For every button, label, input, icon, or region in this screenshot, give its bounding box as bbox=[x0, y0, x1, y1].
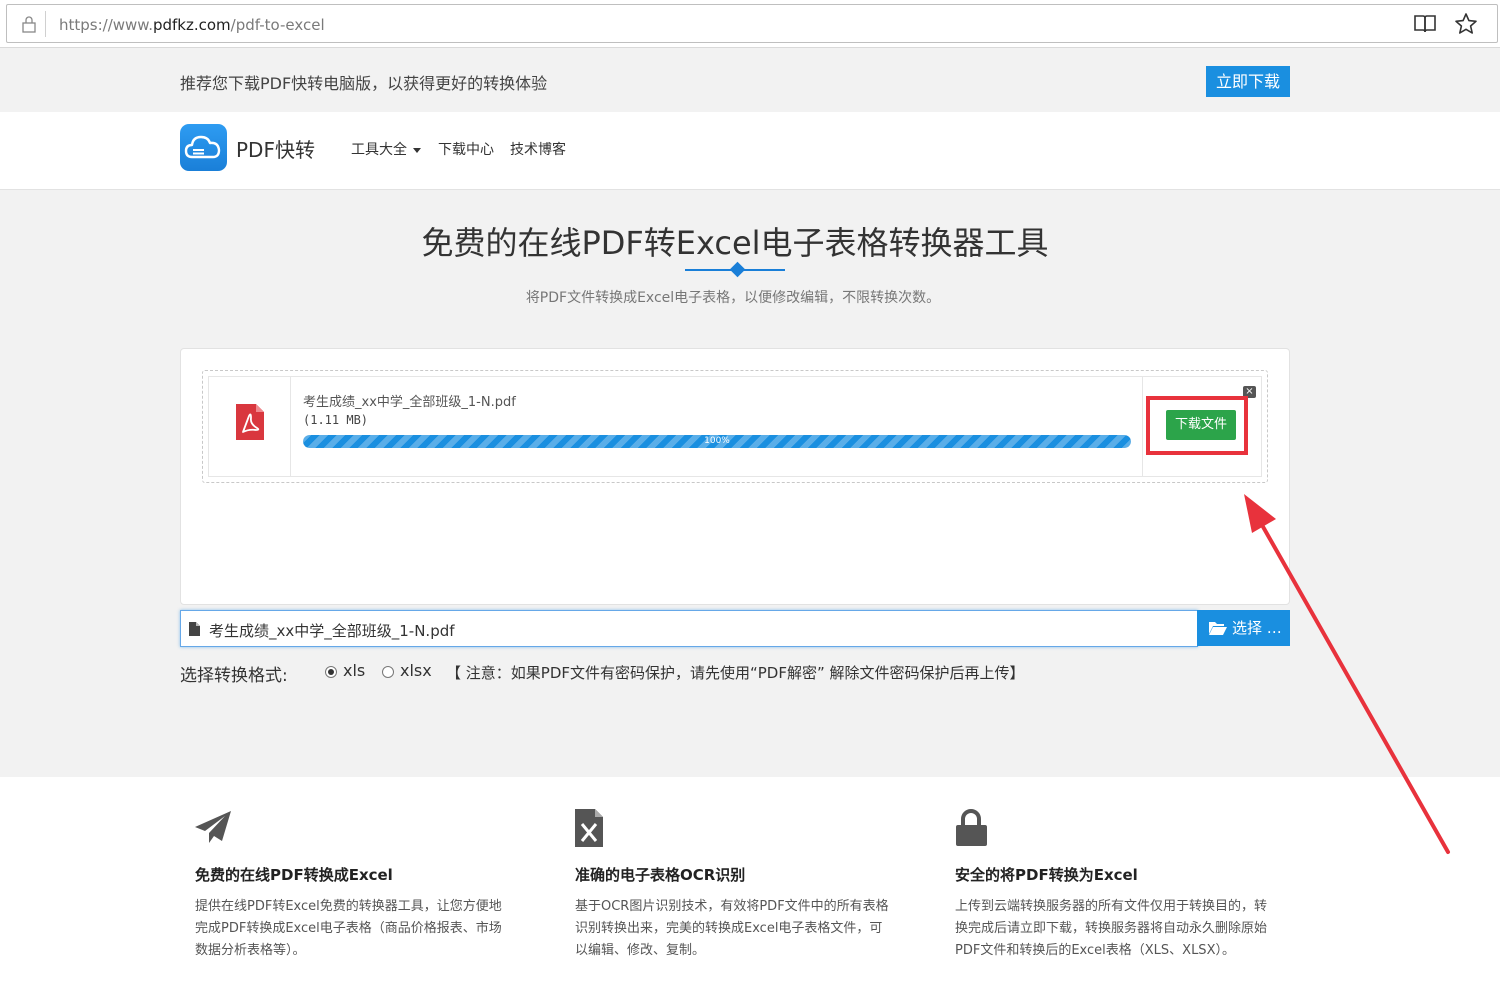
divider-diamond bbox=[729, 261, 746, 278]
radio-xls[interactable] bbox=[325, 666, 337, 678]
upload-panel[interactable]: 考生成绩_xx中学_全部班级_1-N.pdf (1.11 MB) 100% × … bbox=[180, 348, 1290, 605]
annotation-highlight-box bbox=[1146, 396, 1248, 455]
brand-name[interactable]: PDF快转 bbox=[236, 134, 315, 163]
url-box[interactable]: https://www.pdfkz.com/pdf-to-excel bbox=[6, 4, 1498, 43]
nav-tools-menu[interactable]: 工具大全 bbox=[351, 139, 421, 159]
cloud-logo-icon bbox=[184, 135, 221, 159]
file-preview-zone: 考生成绩_xx中学_全部班级_1-N.pdf (1.11 MB) 100% × … bbox=[202, 370, 1268, 483]
feature-text: 上传到云端转换服务器的所有文件仅用于转换目的，转换完成后请立即下载，转换服务器将… bbox=[955, 899, 1268, 958]
pdf-file-icon bbox=[236, 404, 264, 440]
page-title: 免费的在线PDF转Excel电子表格转换器工具 bbox=[421, 224, 1049, 262]
lock-icon bbox=[956, 809, 987, 846]
favorite-star-icon[interactable] bbox=[1454, 12, 1478, 36]
choose-file-label: 选择 … bbox=[1232, 619, 1282, 637]
nav-tech-blog[interactable]: 技术博客 bbox=[510, 139, 566, 159]
lock-icon bbox=[22, 16, 36, 33]
excel-file-icon bbox=[575, 809, 603, 847]
radio-xlsx-label[interactable]: xlsx bbox=[400, 661, 432, 680]
paper-plane-icon bbox=[195, 811, 231, 843]
feature-text: 提供在线PDF转Excel免费的转换器工具，让您方便地完成PDF转换成Excel… bbox=[195, 899, 502, 958]
format-label: 选择转换格式: bbox=[180, 666, 288, 686]
file-size: (1.11 MB) bbox=[303, 413, 369, 427]
feature-text: 基于OCR图片识别技术，有效将PDF文件中的所有表格识别转换出来，完美的转换成E… bbox=[575, 899, 889, 958]
features-section: 免费的在线PDF转换成Excel 提供在线PDF转Excel免费的转换器工具，让… bbox=[0, 777, 1500, 1001]
progress-bar: 100% bbox=[303, 435, 1131, 448]
file-path-input[interactable]: 考生成绩_xx中学_全部班级_1-N.pdf bbox=[180, 610, 1198, 647]
promo-text: 推荐您下载PDF快转电脑版，以获得更好的转换体验 bbox=[180, 74, 548, 93]
choose-file-button[interactable]: 选择 … bbox=[1197, 610, 1290, 646]
file-card: 考生成绩_xx中学_全部班级_1-N.pdf (1.11 MB) 100% × … bbox=[208, 376, 1262, 477]
logo[interactable] bbox=[180, 124, 227, 171]
file-name: 考生成绩_xx中学_全部班级_1-N.pdf bbox=[303, 395, 516, 410]
feature-title: 安全的将PDF转换为Excel bbox=[955, 866, 1138, 884]
reader-view-icon[interactable] bbox=[1413, 13, 1437, 35]
page-subtitle: 将PDF文件转换成Excel电子表格，以便修改编辑，不限转换次数。 bbox=[525, 290, 941, 306]
download-app-button[interactable]: 立即下载 bbox=[1206, 66, 1290, 97]
folder-open-icon bbox=[1209, 622, 1227, 635]
url-text[interactable]: https://www.pdfkz.com/pdf-to-excel bbox=[59, 16, 325, 34]
promo-bar: 推荐您下载PDF快转电脑版，以获得更好的转换体验 立即下载 bbox=[0, 48, 1500, 112]
nav-download-center[interactable]: 下载中心 bbox=[438, 139, 494, 159]
file-icon bbox=[189, 622, 200, 636]
browser-address-bar: https://www.pdfkz.com/pdf-to-excel bbox=[0, 0, 1500, 48]
radio-xlsx[interactable] bbox=[382, 666, 394, 678]
chevron-down-icon bbox=[413, 147, 421, 153]
password-notice: 【 注意：如果PDF文件有密码保护，请先使用“PDF解密” 解除文件密码保护后再… bbox=[446, 664, 1025, 682]
feature-title: 准确的电子表格OCR识别 bbox=[575, 866, 746, 884]
radio-xls-label[interactable]: xls bbox=[343, 661, 365, 680]
feature-title: 免费的在线PDF转换成Excel bbox=[195, 866, 393, 884]
site-header: PDF快转 工具大全 下载中心 技术博客 bbox=[0, 112, 1500, 190]
progress-label: 100% bbox=[704, 436, 730, 446]
file-thumbnail bbox=[209, 377, 291, 476]
address-separator bbox=[45, 11, 46, 37]
file-path-text: 考生成绩_xx中学_全部班级_1-N.pdf bbox=[209, 622, 455, 640]
